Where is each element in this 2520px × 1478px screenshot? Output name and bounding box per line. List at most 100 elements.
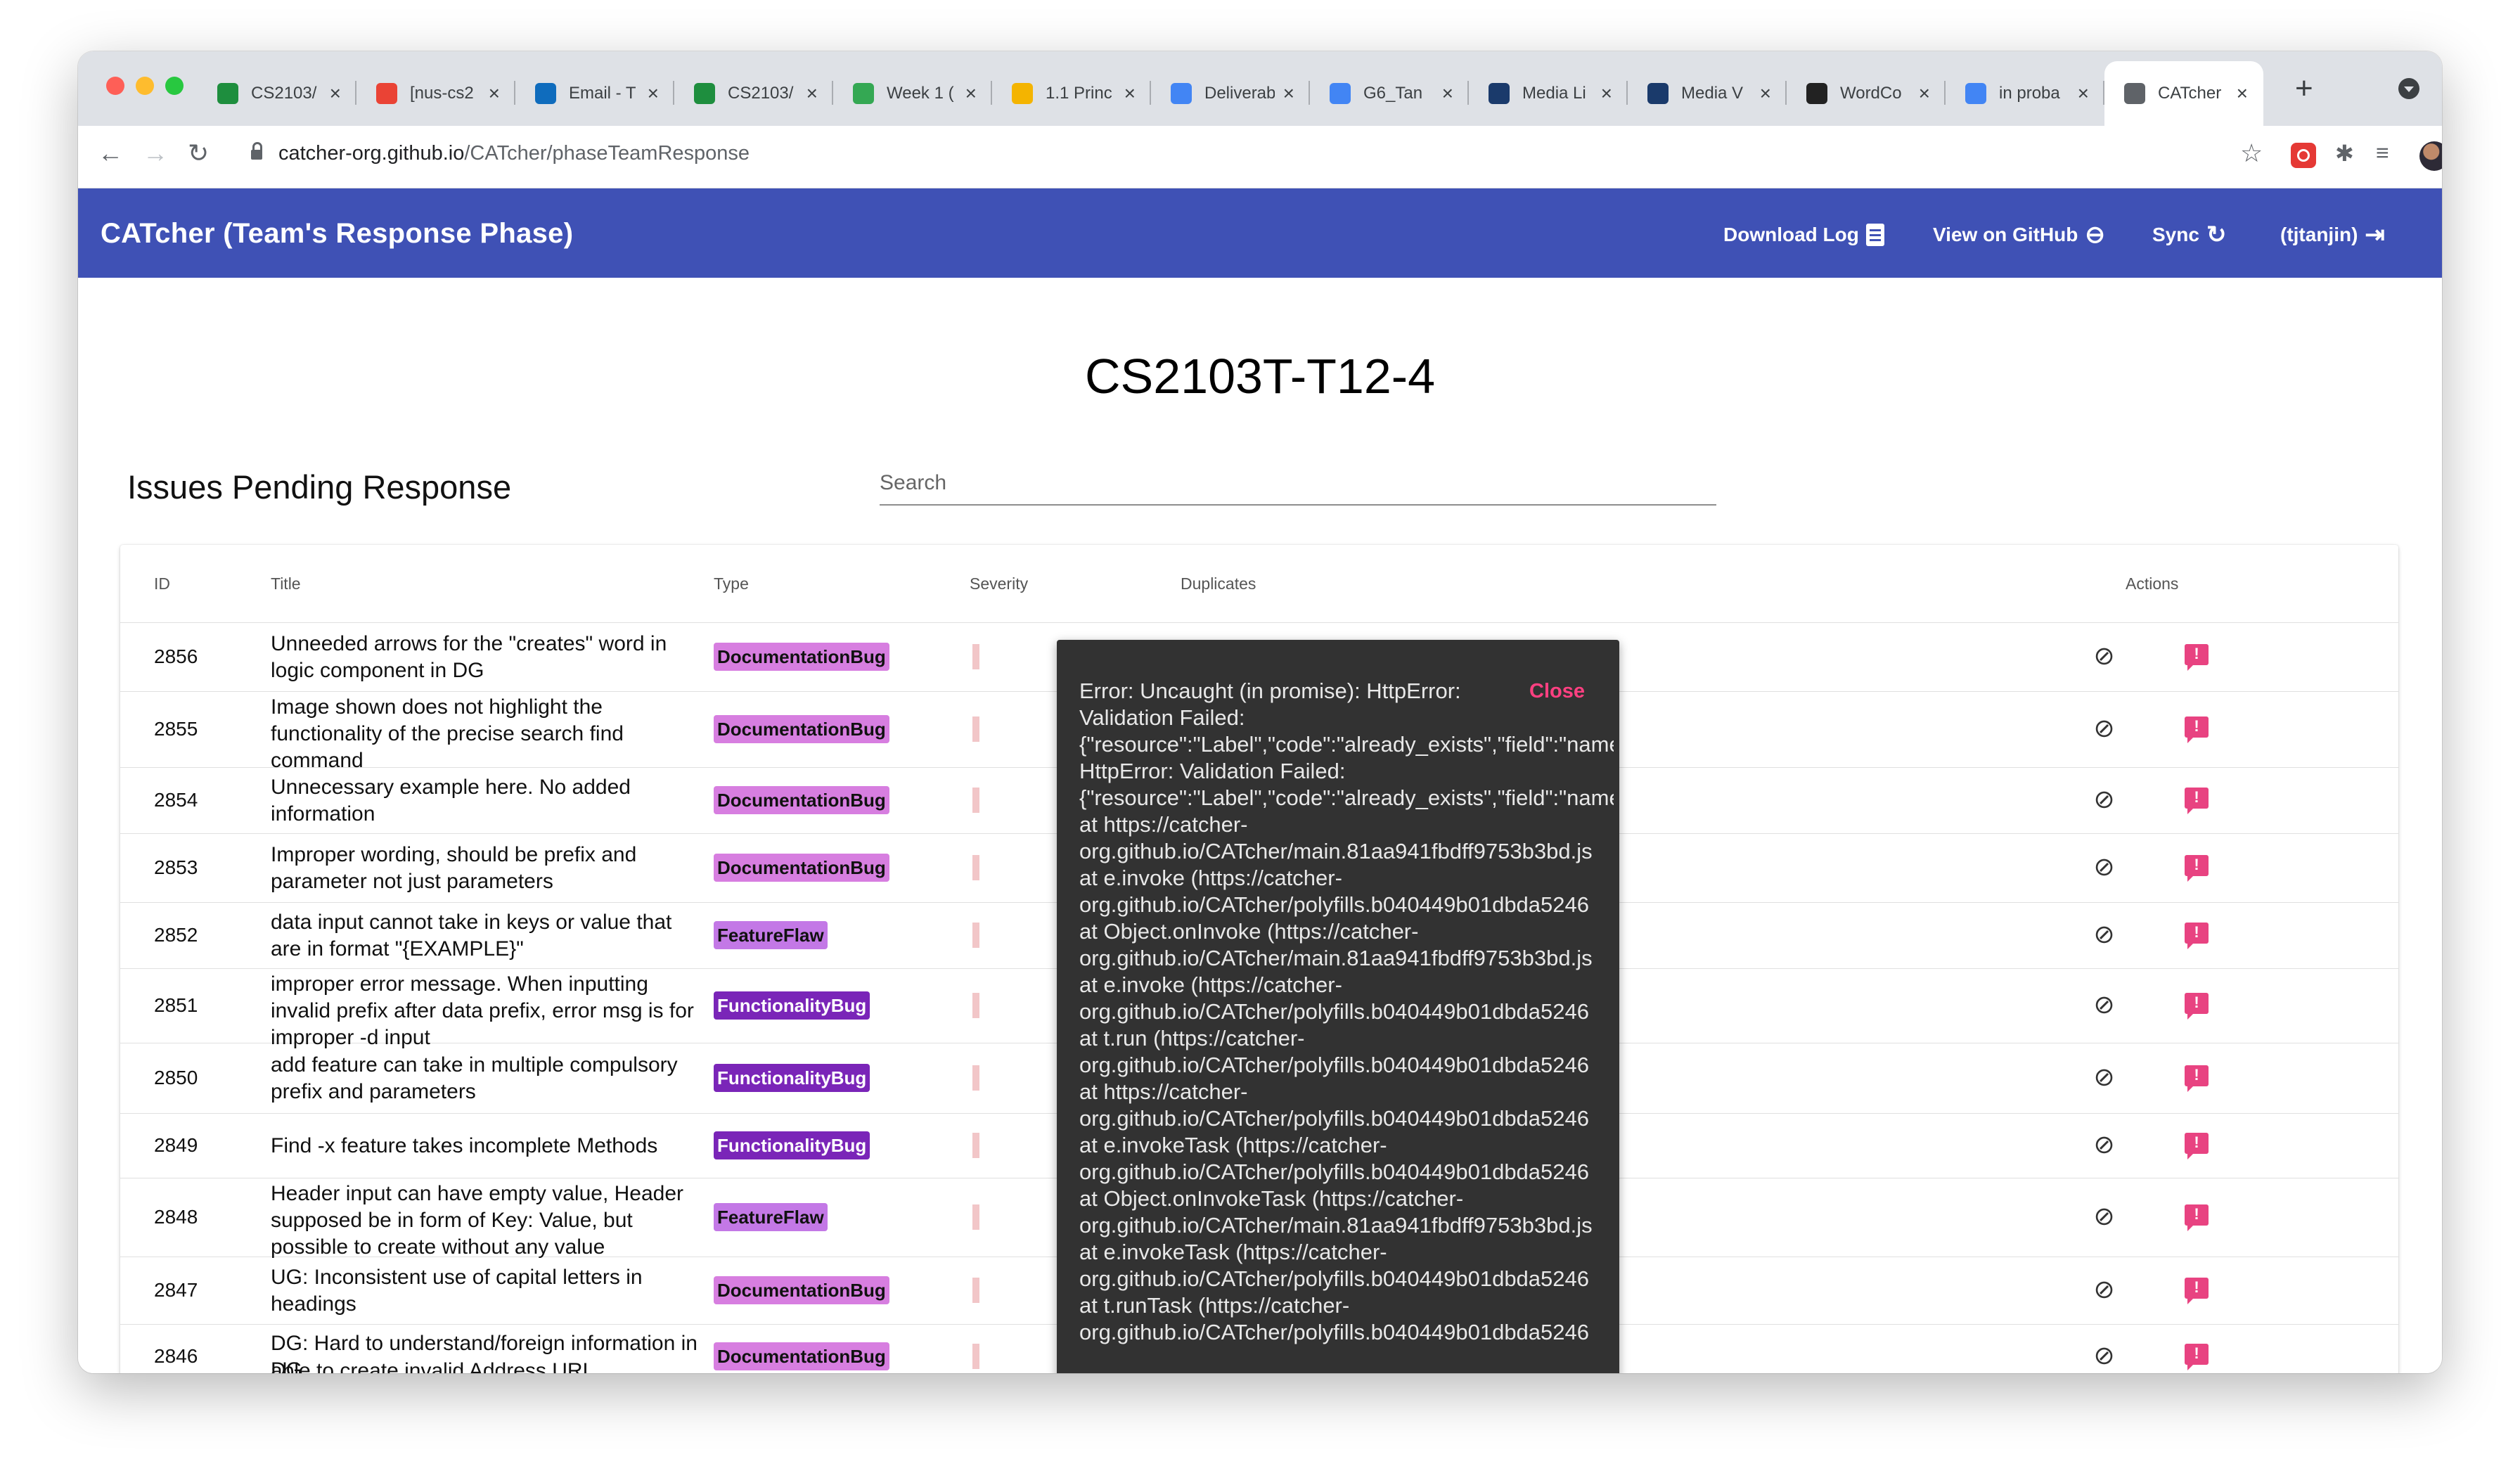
- type-badge: FunctionalityBug: [714, 1064, 870, 1092]
- browser-tab[interactable]: Week 1 (×: [833, 61, 992, 126]
- column-header-type[interactable]: Type: [714, 574, 749, 593]
- username-label: (tjtanjin): [2280, 224, 2358, 245]
- reading-list-icon[interactable]: ≡: [2376, 140, 2401, 165]
- column-header-actions[interactable]: Actions: [2126, 574, 2178, 593]
- tab-close-icon[interactable]: ×: [1283, 82, 1294, 105]
- tab-close-icon[interactable]: ×: [1124, 82, 1136, 105]
- column-header-duplicates[interactable]: Duplicates: [1181, 574, 1256, 593]
- link-icon[interactable]: ⊖: [2086, 916, 2122, 952]
- download-log-label: Download Log: [1723, 224, 1859, 245]
- tab-title: CATcher: [2158, 84, 2222, 103]
- respond-icon[interactable]: [2185, 644, 2209, 671]
- column-header-severity[interactable]: Severity: [970, 574, 1028, 593]
- respond-icon[interactable]: [2185, 1204, 2209, 1231]
- browser-tab[interactable]: G6_Tan ×: [1310, 61, 1469, 126]
- tab-close-icon[interactable]: ×: [1601, 82, 1612, 105]
- link-icon[interactable]: ⊖: [2086, 1198, 2122, 1234]
- severity-label: [972, 716, 979, 742]
- link-icon[interactable]: ⊖: [2086, 1126, 2122, 1162]
- media-icon: [1647, 83, 1669, 104]
- column-header-title[interactable]: Title: [271, 574, 301, 593]
- tab-title: Media V: [1681, 84, 1744, 103]
- link-icon[interactable]: ⊖: [2086, 849, 2122, 885]
- respond-icon[interactable]: [2185, 716, 2209, 743]
- browser-tab[interactable]: Media V ×: [1628, 61, 1787, 126]
- google-icon: [1965, 83, 1986, 104]
- tab-close-icon[interactable]: ×: [806, 82, 818, 105]
- sync-button[interactable]: Sync ↻: [2152, 223, 2226, 247]
- respond-icon[interactable]: [2185, 1344, 2209, 1370]
- issue-id: 2852: [154, 924, 198, 946]
- media-icon: [1489, 83, 1510, 104]
- reload-icon[interactable]: ↻: [188, 139, 209, 168]
- column-header-id[interactable]: ID: [154, 574, 170, 593]
- browser-tab[interactable]: 1.1 Princ ×: [992, 61, 1151, 126]
- tab-search-icon[interactable]: [2398, 78, 2419, 99]
- search-input[interactable]: [880, 462, 1716, 504]
- tab-close-icon[interactable]: ×: [1442, 82, 1453, 105]
- issue-id: 2850: [154, 1067, 198, 1088]
- partial-table-row[interactable]: able to create invalid Address URL: [271, 1359, 594, 1373]
- minimize-window-button[interactable]: [136, 77, 154, 95]
- link-icon[interactable]: ⊖: [2086, 1337, 2122, 1373]
- view-on-github-button[interactable]: View on GitHub ⊖: [1933, 223, 2105, 247]
- tab-close-icon[interactable]: ×: [1919, 82, 1930, 105]
- respond-icon[interactable]: [2185, 1133, 2209, 1159]
- link-icon[interactable]: ⊖: [2086, 710, 2122, 746]
- browser-tab[interactable]: in proba ×: [1946, 61, 2104, 126]
- logout-button[interactable]: (tjtanjin) ⇥: [2280, 223, 2385, 247]
- tab-title: [nus-cs2: [410, 84, 474, 103]
- browser-tab[interactable]: CS2103/ ×: [674, 61, 833, 126]
- tab-close-icon[interactable]: ×: [330, 82, 341, 105]
- url-text[interactable]: catcher-org.github.io/CATcher/phaseTeamR…: [278, 142, 750, 165]
- respond-icon[interactable]: [2185, 855, 2209, 882]
- close-snackbar-button[interactable]: Close: [1524, 678, 1590, 705]
- profile-avatar[interactable]: [2419, 141, 2442, 171]
- url-host: catcher-org.github.io: [278, 142, 465, 165]
- link-icon[interactable]: ⊖: [2086, 781, 2122, 817]
- browser-tab[interactable]: Email - T ×: [515, 61, 674, 126]
- link-icon[interactable]: ⊖: [2086, 1271, 2122, 1307]
- respond-icon[interactable]: [2185, 923, 2209, 949]
- browser-tab[interactable]: Media Li ×: [1469, 61, 1628, 126]
- graduation-cap-icon: [694, 83, 715, 104]
- browser-tab[interactable]: Deliverab ×: [1151, 61, 1310, 126]
- tab-close-icon[interactable]: ×: [965, 82, 977, 105]
- forward-arrow-icon[interactable]: →: [143, 139, 168, 168]
- outlook-icon: [535, 83, 556, 104]
- respond-icon[interactable]: [2185, 993, 2209, 1020]
- back-arrow-icon[interactable]: ←: [98, 139, 123, 168]
- tab-title: G6_Tan: [1363, 84, 1423, 103]
- respond-icon[interactable]: [2185, 1065, 2209, 1092]
- bookmark-star-icon[interactable]: ☆: [2240, 139, 2263, 168]
- browser-tab[interactable]: CS2103/ ×: [198, 61, 356, 126]
- tab-close-icon[interactable]: ×: [648, 82, 659, 105]
- browser-tab[interactable]: [nus-cs2 ×: [356, 61, 515, 126]
- close-window-button[interactable]: [106, 77, 124, 95]
- tab-close-icon[interactable]: ×: [489, 82, 500, 105]
- download-log-button[interactable]: Download Log: [1723, 224, 1884, 246]
- tab-title: Media Li: [1522, 84, 1586, 103]
- maximize-window-button[interactable]: [165, 77, 184, 95]
- tab-close-icon[interactable]: ×: [2078, 82, 2089, 105]
- respond-icon[interactable]: [2185, 788, 2209, 814]
- lock-icon[interactable]: [251, 142, 262, 160]
- extensions-puzzle-icon[interactable]: ✱: [2335, 140, 2360, 166]
- tab-close-icon[interactable]: ×: [2237, 82, 2248, 105]
- tab-title: CS2103/: [728, 84, 794, 103]
- type-badge: DocumentationBug: [714, 854, 889, 882]
- respond-icon[interactable]: [2185, 1278, 2209, 1304]
- severity-label: [972, 1204, 979, 1230]
- browser-tab[interactable]: CATcher ×: [2104, 61, 2263, 126]
- browser-toolbar: ← → ↻ catcher-org.github.io/CATcher/phas…: [78, 126, 2442, 188]
- tab-close-icon[interactable]: ×: [1760, 82, 1771, 105]
- new-tab-icon[interactable]: +: [2295, 71, 2313, 106]
- google-docs-icon: [1330, 83, 1351, 104]
- issue-id: 2851: [154, 994, 198, 1016]
- browser-tab[interactable]: WordCo ×: [1787, 61, 1946, 126]
- link-icon[interactable]: ⊖: [2086, 1059, 2122, 1095]
- extension-icon[interactable]: [2291, 143, 2316, 168]
- link-icon[interactable]: ⊖: [2086, 987, 2122, 1022]
- link-icon[interactable]: ⊖: [2086, 638, 2122, 674]
- issue-title: Unnecessary example here. No added infor…: [271, 775, 631, 825]
